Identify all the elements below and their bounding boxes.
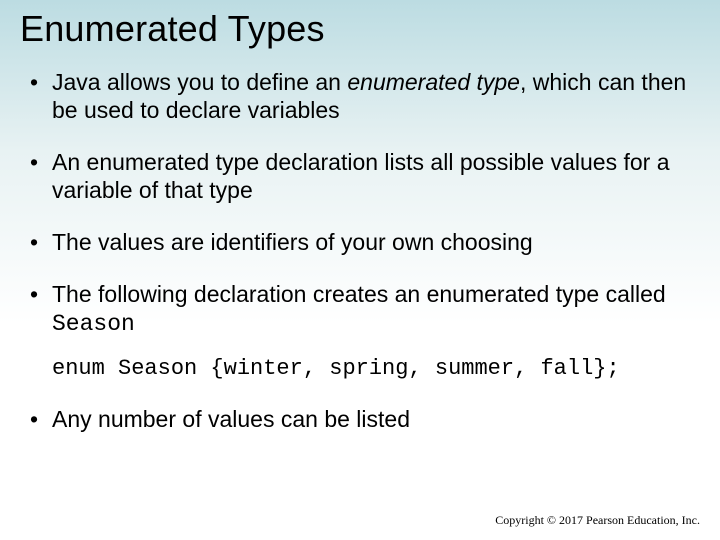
bullet-item-4: The following declaration creates an enu…: [26, 280, 700, 338]
bullet-1-text-a: Java allows you to define an: [52, 69, 347, 95]
bullet-item-3: The values are identifiers of your own c…: [26, 228, 700, 256]
bullet-4-code: Season: [52, 311, 135, 337]
code-line: enum Season {winter, spring, summer, fal…: [52, 356, 700, 381]
copyright-text: Copyright © 2017 Pearson Education, Inc.: [495, 513, 700, 528]
bullet-item-5: Any number of values can be listed: [26, 405, 700, 433]
slide: Enumerated Types Java allows you to defi…: [0, 0, 720, 540]
bullet-list-2: Any number of values can be listed: [20, 405, 700, 433]
bullet-4-text-a: The following declaration creates an enu…: [52, 281, 666, 307]
bullet-list: Java allows you to define an enumerated …: [20, 68, 700, 338]
slide-title: Enumerated Types: [20, 8, 700, 50]
bullet-1-emphasis: enumerated type: [347, 69, 520, 95]
bullet-item-1: Java allows you to define an enumerated …: [26, 68, 700, 124]
bullet-item-2: An enumerated type declaration lists all…: [26, 148, 700, 204]
